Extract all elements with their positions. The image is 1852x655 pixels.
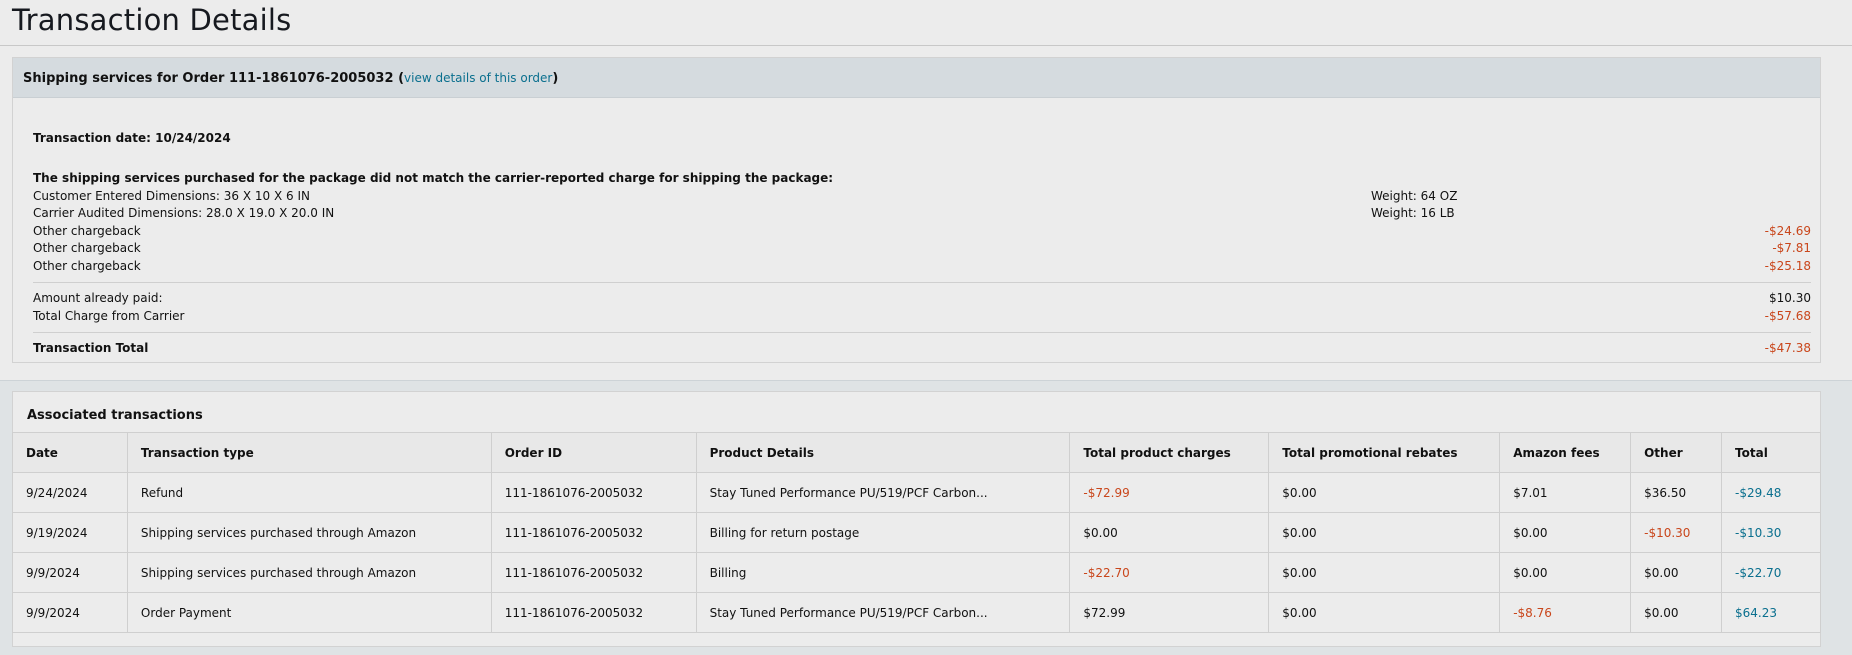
cell-date: 9/24/2024 [12,472,128,513]
cell-fees: -$8.76 [1499,592,1632,633]
cell-other: $0.00 [1630,592,1723,633]
chargeback-row: Other chargeback -$25.18 [33,258,1811,276]
cell-fees: $0.00 [1499,552,1632,593]
customer-dims-row: Customer Entered Dimensions: 36 X 10 X 6… [33,188,1811,206]
divider [33,332,1811,333]
transaction-total-label: Transaction Total [33,341,149,355]
cell-date: 9/19/2024 [12,512,128,553]
shipping-services-panel: Shipping services for Order 111-1861076-… [12,57,1821,363]
cell-order-id[interactable]: 111-1861076-2005032 [490,552,697,593]
cell-type: Order Payment [126,592,492,633]
cell-rebates: $0.00 [1268,472,1501,513]
cell-product-charges: $72.99 [1069,592,1270,633]
carrier-dims: Carrier Audited Dimensions: 28.0 X 19.0 … [33,206,335,220]
column-header[interactable]: Total [1721,432,1821,473]
mismatch-row: The shipping services purchased for the … [33,170,1811,188]
cell-product: Stay Tuned Performance PU/519/PCF Carbon… [695,472,1071,513]
header-paren-close: ) [552,71,559,86]
cell-product: Billing for return postage [695,512,1071,553]
chargeback-label: Other chargeback [33,241,141,255]
cell-product: Billing [695,552,1071,593]
carrier-dims-row: Carrier Audited Dimensions: 28.0 X 19.0 … [33,205,1811,223]
carrier-weight: Weight: 16 LB [1371,206,1455,220]
carrier-total-label: Total Charge from Carrier [33,308,185,323]
chargeback-amount: -$24.69 [1764,223,1811,238]
cell-order-id[interactable]: 111-1861076-2005032 [490,592,697,633]
chargeback-amount: -$25.18 [1764,258,1811,273]
cell-product-charges: $0.00 [1069,512,1270,553]
cell-rebates: $0.00 [1268,592,1501,633]
shipping-header-text: Shipping services for Order 111-1861076-… [23,71,394,86]
transaction-total-row: Transaction Total -$47.38 [33,340,1811,358]
table-row: 9/19/2024 Shipping services purchased th… [12,512,1821,553]
cell-product-charges: -$22.70 [1069,552,1270,593]
cell-rebates: $0.00 [1268,512,1501,553]
cell-other: -$10.30 [1630,512,1723,553]
table-row: 9/9/2024 Order Payment 111-1861076-20050… [12,592,1821,633]
customer-weight: Weight: 64 OZ [1371,188,1458,203]
cell-fees: $7.01 [1499,472,1632,513]
table-row: 9/9/2024 Shipping services purchased thr… [12,552,1821,593]
cell-product-charges: -$72.99 [1069,472,1270,513]
column-header[interactable]: Other [1630,432,1723,473]
chargeback-row: Other chargeback -$24.69 [33,223,1811,241]
cell-other: $36.50 [1630,472,1723,513]
divider [33,282,1811,283]
column-header[interactable]: Total product charges [1069,432,1270,473]
associated-transactions-panel: Associated transactions Date Transaction… [12,391,1821,647]
carrier-total-amount: -$57.68 [1764,308,1811,323]
cell-type: Refund [126,472,492,513]
cell-total: $64.23 [1721,592,1821,633]
already-paid-row: Amount already paid: $10.30 [33,290,1811,308]
cell-order-id[interactable]: 111-1861076-2005032 [490,472,697,513]
associated-transactions-title: Associated transactions [27,408,203,423]
chargeback-row: Other chargeback -$7.81 [33,240,1811,258]
chargeback-label: Other chargeback [33,223,141,238]
page-title: Transaction Details [12,3,292,37]
cell-date: 9/9/2024 [12,552,128,593]
cell-total: -$22.70 [1721,552,1821,593]
mismatch-label: The shipping services purchased for the … [33,171,834,185]
transaction-date: Transaction date: 10/24/2024 [33,131,231,145]
column-header[interactable]: Amazon fees [1499,432,1632,473]
table-header-row: Date Transaction type Order ID Product D… [12,432,1821,473]
cell-date: 9/9/2024 [12,592,128,633]
associated-transactions-table: Date Transaction type Order ID Product D… [12,432,1821,633]
title-divider [0,45,1852,46]
transaction-total-amount: -$47.38 [1764,341,1811,355]
cell-product: Stay Tuned Performance PU/519/PCF Carbon… [695,592,1071,633]
table-row: 9/24/2024 Refund 111-1861076-2005032 Sta… [12,472,1821,513]
already-paid-label: Amount already paid: [33,291,163,305]
column-header[interactable]: Order ID [490,432,697,473]
cell-fees: $0.00 [1499,512,1632,553]
cell-rebates: $0.00 [1268,552,1501,593]
carrier-total-row: Total Charge from Carrier -$57.68 [33,308,1811,326]
customer-dims: Customer Entered Dimensions: 36 X 10 X 6… [33,188,310,203]
column-header[interactable]: Transaction type [126,432,492,473]
view-order-details-link[interactable]: view details of this order [404,71,552,85]
already-paid-amount: $10.30 [1769,291,1811,305]
cell-total: -$10.30 [1721,512,1821,553]
cell-type: Shipping services purchased through Amaz… [126,552,492,593]
cell-total: -$29.48 [1721,472,1821,513]
transaction-breakdown: The shipping services purchased for the … [33,170,1811,358]
chargeback-amount: -$7.81 [1772,241,1811,255]
column-header[interactable]: Date [12,432,128,473]
cell-order-id[interactable]: 111-1861076-2005032 [490,512,697,553]
column-header[interactable]: Total promotional rebates [1268,432,1501,473]
shipping-panel-header: Shipping services for Order 111-1861076-… [13,58,1820,98]
column-header[interactable]: Product Details [695,432,1071,473]
chargeback-label: Other chargeback [33,258,141,273]
cell-other: $0.00 [1630,552,1723,593]
cell-type: Shipping services purchased through Amaz… [126,512,492,553]
